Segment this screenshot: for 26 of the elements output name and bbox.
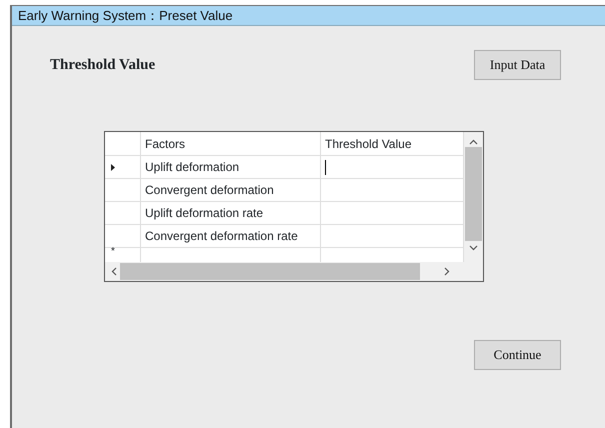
corner-header: [105, 132, 141, 156]
row-header[interactable]: [105, 202, 141, 225]
table-cell: Convergent deformation: [141, 179, 321, 202]
section-heading: Threshold Value: [50, 56, 156, 75]
table-cell: Uplift deformation rate: [141, 202, 321, 225]
column-header[interactable]: Factors: [141, 132, 321, 156]
table-cell: Convergent deformation rate: [141, 225, 321, 248]
window-title: Early Warning System：Preset Value: [12, 6, 605, 26]
input-data-button[interactable]: Input Data: [474, 50, 561, 80]
horizontal-scrollbar[interactable]: [105, 262, 483, 281]
table-cell[interactable]: [321, 156, 464, 179]
scroll-up-icon[interactable]: [469, 139, 478, 145]
table-cell[interactable]: [321, 179, 464, 202]
table-cell[interactable]: [321, 202, 464, 225]
scroll-right-icon[interactable]: [444, 267, 450, 276]
vertical-scrollbar[interactable]: [464, 132, 483, 262]
table-cell: Uplift deformation: [141, 156, 321, 179]
table-cell[interactable]: [321, 225, 464, 248]
scroll-down-icon[interactable]: [469, 245, 478, 251]
new-row-marker: *: [111, 246, 115, 257]
scroll-left-icon[interactable]: [111, 267, 117, 276]
continue-button[interactable]: Continue: [474, 340, 561, 370]
row-header[interactable]: [105, 156, 141, 179]
row-header[interactable]: [105, 225, 141, 248]
current-row-icon: [111, 164, 115, 170]
row-header[interactable]: [105, 179, 141, 202]
